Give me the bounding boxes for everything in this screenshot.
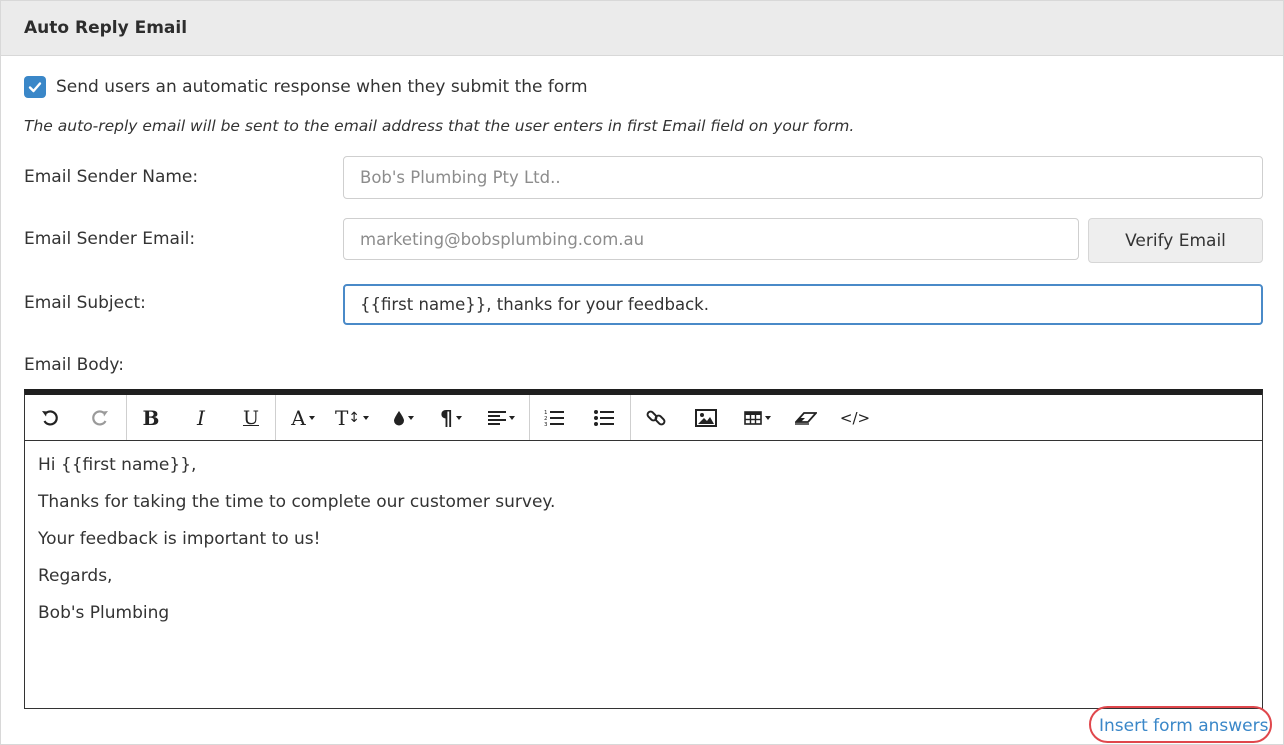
svg-text:3: 3 — [544, 422, 548, 427]
font-size-glyph: T — [334, 405, 349, 430]
subject-label: Email Subject: — [24, 293, 146, 313]
font-name-icon[interactable]: A — [283, 395, 323, 440]
caret-down-icon — [308, 415, 315, 420]
body-line: Your feedback is important to us! — [38, 529, 321, 549]
body-label: Email Body: — [24, 355, 124, 375]
sender-name-label: Email Sender Name: — [24, 167, 199, 187]
insert-form-answers-link[interactable]: Insert form answers — [1099, 716, 1268, 736]
ordered-list-icon[interactable]: 123 — [539, 395, 569, 440]
sender-email-input[interactable]: marketing@bobsplumbing.com.au — [343, 218, 1079, 260]
eraser-icon[interactable] — [791, 395, 821, 440]
italic-icon[interactable]: I — [186, 395, 216, 440]
text-color-icon[interactable] — [383, 395, 423, 440]
font-size-arrow-icon: ↕ — [348, 409, 361, 426]
caret-down-icon — [508, 415, 515, 420]
bold-icon[interactable]: B — [136, 395, 166, 440]
body-line: Regards, — [38, 566, 113, 586]
paragraph-style-icon[interactable]: ¶ — [431, 395, 471, 440]
subject-input[interactable]: {{first name}}, thanks for your feedback… — [343, 284, 1263, 325]
image-icon[interactable] — [691, 395, 721, 440]
auto-reply-panel: Auto Reply Email Send users an automatic… — [0, 0, 1284, 745]
panel-header: Auto Reply Email — [1, 1, 1283, 56]
code-view-icon[interactable]: </> — [839, 395, 871, 440]
checkmark-icon — [28, 82, 42, 93]
verify-email-button[interactable]: Verify Email — [1088, 218, 1263, 263]
panel-title: Auto Reply Email — [24, 18, 188, 38]
email-body-editor[interactable]: B I U A T ↕ ¶ 123 </> Hi {{first name}},… — [24, 389, 1263, 709]
caret-down-icon — [407, 415, 414, 420]
table-icon[interactable] — [737, 395, 777, 440]
caret-down-icon — [455, 415, 462, 420]
unordered-list-icon[interactable] — [589, 395, 619, 440]
caret-down-icon — [363, 415, 370, 420]
editor-toolbar: B I U A T ↕ ¶ 123 </> — [25, 395, 1262, 441]
body-line: Thanks for taking the time to complete o… — [38, 492, 556, 512]
auto-reply-checkbox[interactable] — [24, 76, 46, 98]
font-size-icon[interactable]: T ↕ — [331, 395, 373, 440]
pilcrow-glyph: ¶ — [440, 405, 453, 430]
align-icon[interactable] — [481, 395, 521, 440]
auto-reply-checkbox-label[interactable]: Send users an automatic response when th… — [56, 77, 588, 97]
align-left-icon — [487, 410, 506, 425]
undo-icon[interactable] — [35, 395, 65, 440]
body-line: Bob's Plumbing — [38, 603, 170, 623]
body-line: Hi {{first name}}, — [38, 455, 197, 475]
droplet-icon — [393, 410, 404, 425]
redo-icon[interactable] — [85, 395, 115, 440]
caret-down-icon — [764, 415, 771, 420]
sender-email-label: Email Sender Email: — [24, 229, 196, 249]
font-name-glyph: A — [291, 405, 306, 430]
underline-icon[interactable]: U — [236, 395, 266, 440]
link-icon[interactable] — [641, 395, 671, 440]
auto-reply-note: The auto-reply email will be sent to the… — [24, 117, 855, 135]
sender-name-input[interactable]: Bob's Plumbing Pty Ltd.. — [343, 156, 1263, 199]
